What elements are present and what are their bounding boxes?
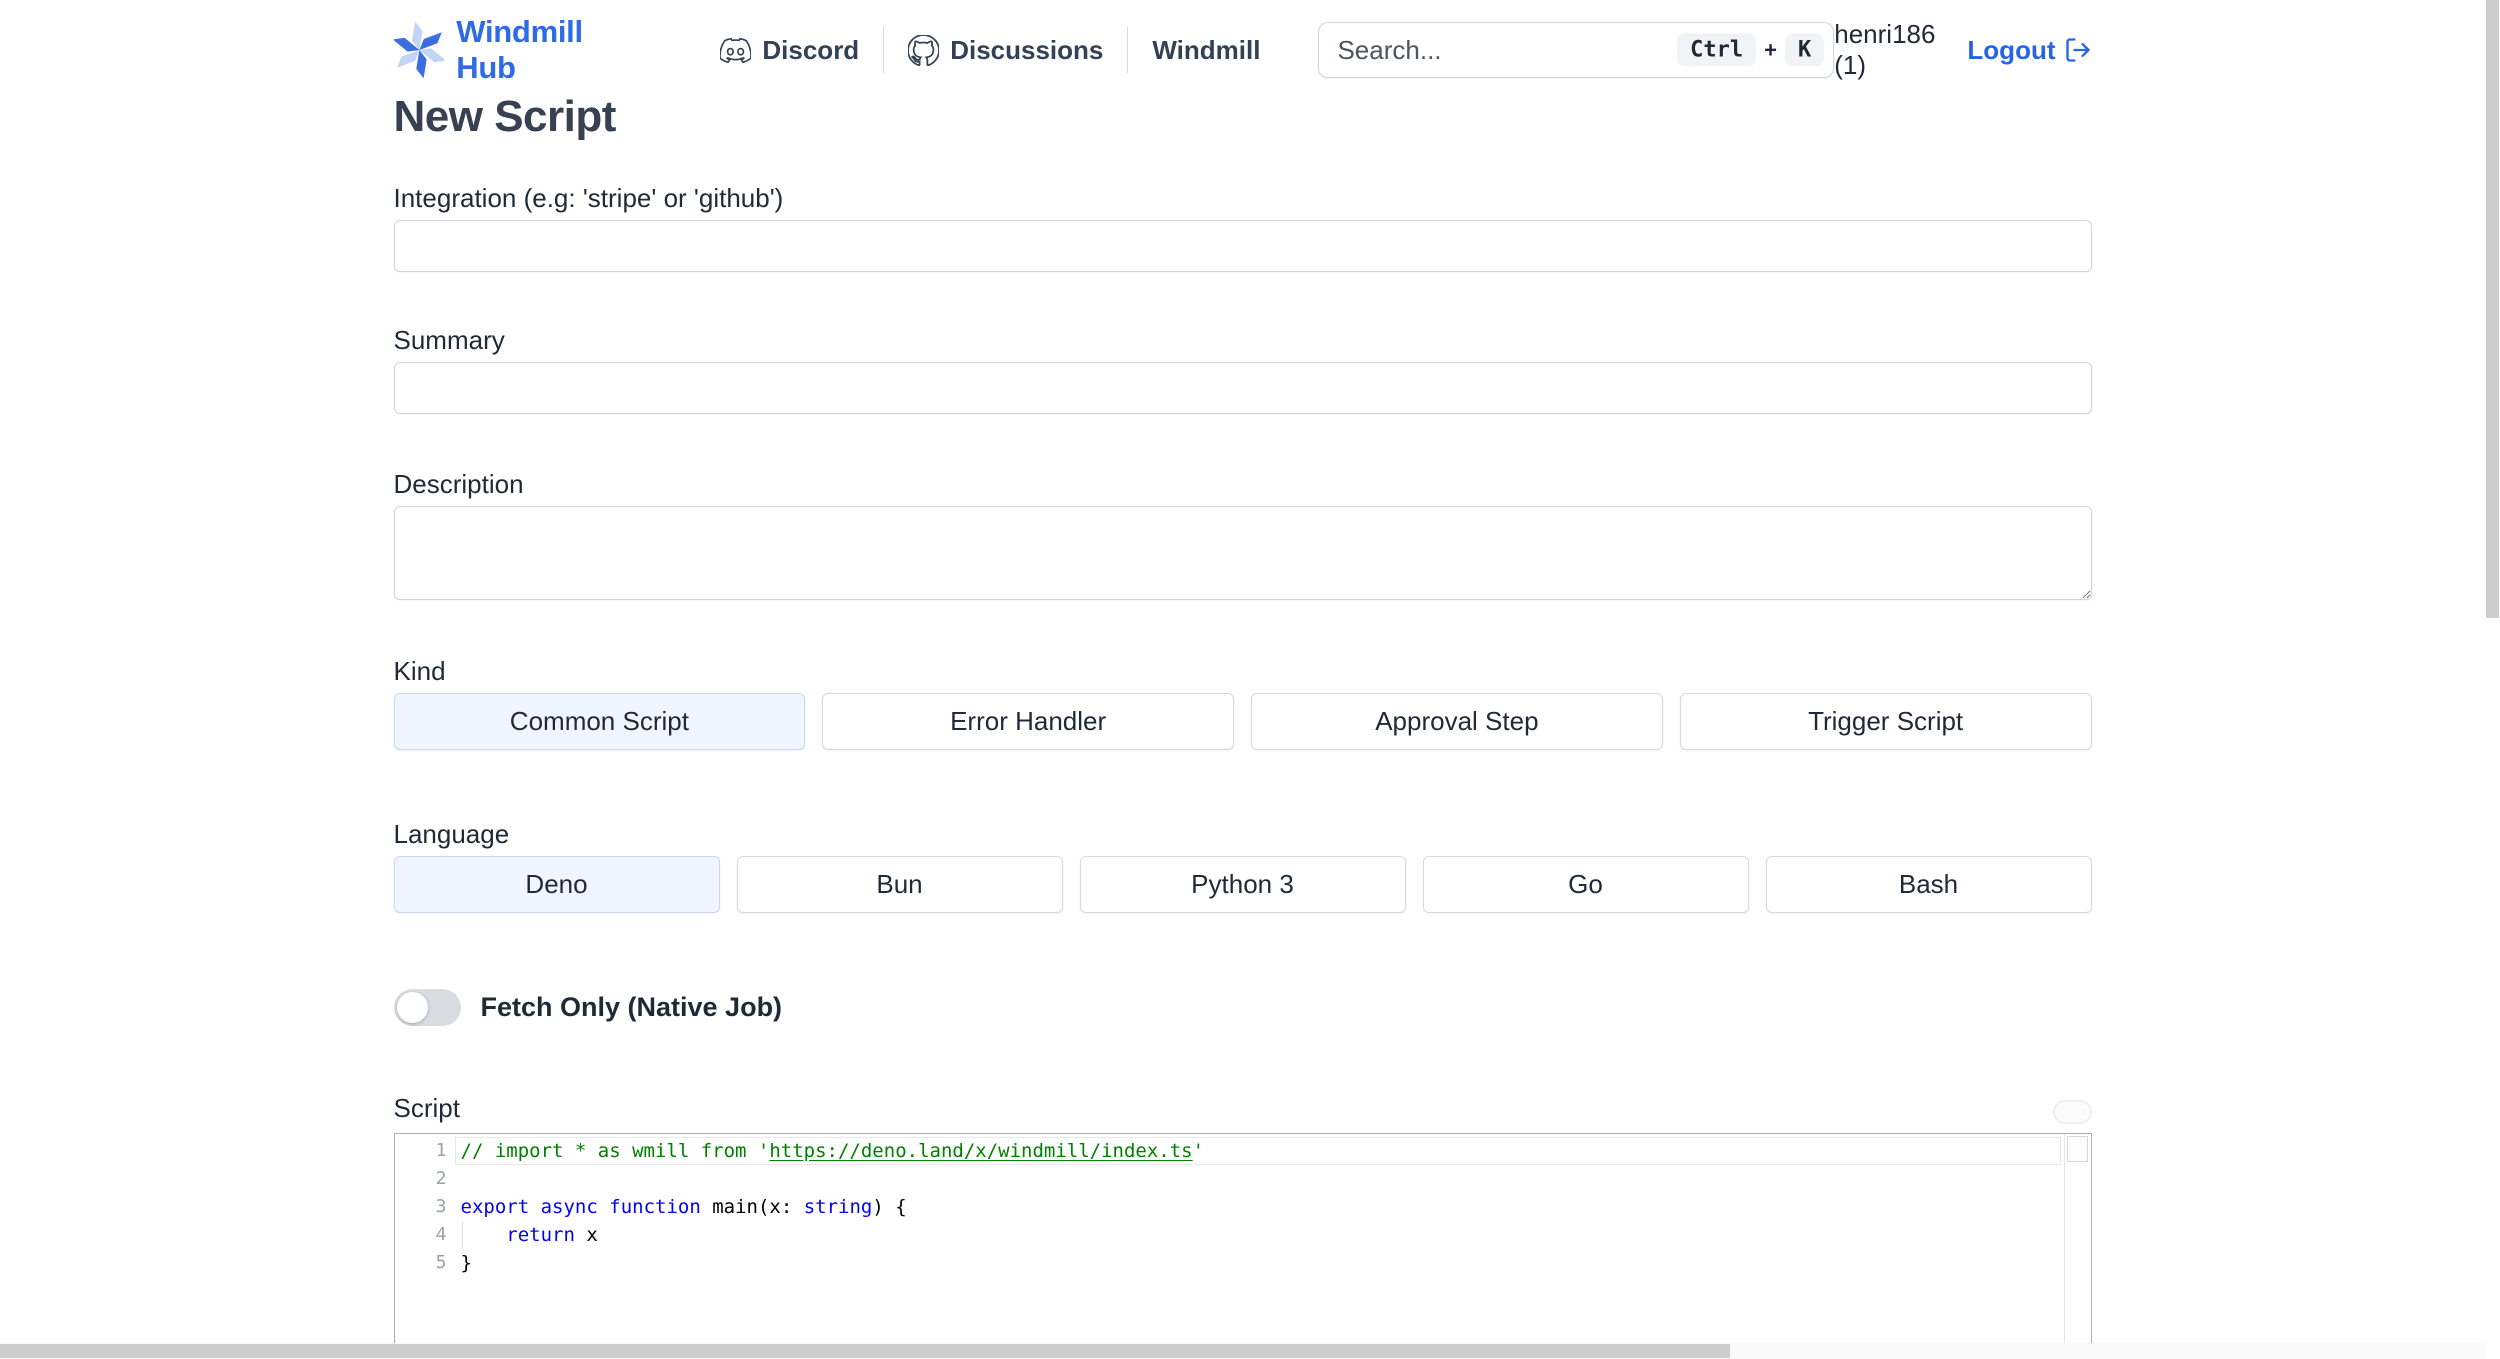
scrollbar-corner xyxy=(2485,1343,2500,1359)
language-option-go[interactable]: Go xyxy=(1422,856,1749,913)
integration-label: Integration (e.g: 'stripe' or 'github') xyxy=(393,183,784,213)
script-options-toggle[interactable] xyxy=(2052,1100,2092,1124)
line-number: 5 xyxy=(435,1252,447,1273)
line-number: 4 xyxy=(435,1224,447,1245)
kind-label: Kind xyxy=(393,656,446,686)
user-area: henri186 (1) Logout xyxy=(1834,19,2091,81)
search-box: Ctrl + K xyxy=(1318,22,1835,78)
fetch-only-label: Fetch Only (Native Job) xyxy=(480,992,783,1022)
windmill-logo-icon xyxy=(393,22,445,78)
kbd-k: K xyxy=(1785,33,1825,67)
fetch-only-row: Fetch Only (Native Job) xyxy=(393,989,2092,1026)
field-integration: Integration (e.g: 'stripe' or 'github') xyxy=(393,182,2092,272)
line-number: 2 xyxy=(435,1168,447,1189)
editor-scrollbar-slider[interactable] xyxy=(2066,1136,2088,1162)
header: Windmill Hub Discord Discussions Windmil… xyxy=(393,14,2092,85)
summary-label: Summary xyxy=(393,325,505,355)
horizontal-scrollbar-thumb[interactable] xyxy=(0,1344,1730,1358)
kind-option-approval-step[interactable]: Approval Step xyxy=(1251,693,1663,750)
discord-icon xyxy=(720,37,752,63)
vertical-scrollbar[interactable] xyxy=(2485,0,2500,1343)
logout-link[interactable]: Logout xyxy=(1967,35,2091,66)
nav-item-label: Discord xyxy=(762,34,860,65)
editor-scrollbar-column[interactable] xyxy=(2063,1134,2091,1359)
language-option-deno[interactable]: Deno xyxy=(393,856,720,913)
field-summary: Summary xyxy=(393,324,2092,414)
kind-option-trigger-script[interactable]: Trigger Script xyxy=(1679,693,2092,750)
language-option-python-3[interactable]: Python 3 xyxy=(1079,856,1406,913)
kind-option-common-script[interactable]: Common Script xyxy=(393,693,806,750)
logout-label: Logout xyxy=(1967,34,2056,65)
code-text: return x xyxy=(461,1221,598,1249)
nav-item-discord[interactable]: Discord xyxy=(720,35,859,66)
line-number: 1 xyxy=(435,1140,447,1161)
toggle-knob xyxy=(396,992,428,1023)
nav-item-windmill[interactable]: Windmill xyxy=(1152,35,1260,66)
github-icon xyxy=(908,34,940,66)
code-text: // import * as wmill from 'https://deno.… xyxy=(460,1140,1205,1162)
nav-divider xyxy=(883,27,885,73)
group-language: Language Deno Bun Python 3 Go Bash xyxy=(393,818,2092,913)
nav-item-discussions[interactable]: Discussions xyxy=(908,34,1104,66)
script-label: Script xyxy=(393,1093,460,1123)
horizontal-scrollbar[interactable] xyxy=(0,1343,2485,1359)
summary-input[interactable] xyxy=(393,362,2092,414)
page: Windmill Hub Discord Discussions Windmil… xyxy=(0,0,2500,1359)
nav-item-label: Windmill xyxy=(1152,34,1261,65)
kind-option-error-handler[interactable]: Error Handler xyxy=(822,693,1234,750)
code-text: } xyxy=(460,1252,472,1274)
code-editor[interactable]: 1 // import * as wmill from 'https://deno… xyxy=(393,1133,2092,1359)
brand[interactable]: Windmill Hub xyxy=(393,14,633,86)
nav-item-label: Discussions xyxy=(950,34,1104,65)
nav-divider xyxy=(1127,27,1129,73)
vertical-scrollbar-thumb[interactable] xyxy=(2486,0,2499,618)
search-shortcut: Ctrl + K xyxy=(1677,33,1825,67)
brand-name: Windmill Hub xyxy=(456,14,583,85)
field-description: Description xyxy=(393,468,2092,605)
code-line: 4 return x xyxy=(395,1221,2064,1249)
code-editor-lines: 1 // import * as wmill from 'https://deno… xyxy=(395,1134,2064,1277)
language-options: Deno Bun Python 3 Go Bash xyxy=(393,856,2092,913)
page-title: New Script xyxy=(393,92,617,141)
fetch-only-toggle[interactable] xyxy=(393,989,461,1026)
language-option-bash[interactable]: Bash xyxy=(1765,856,2092,913)
code-line: 2 xyxy=(395,1165,2064,1193)
user-name: henri186 (1) xyxy=(1834,19,1936,80)
logout-icon xyxy=(2065,38,2090,62)
line-number: 3 xyxy=(435,1196,447,1217)
group-kind: Kind Common Script Error Handler Approval … xyxy=(393,655,2092,750)
language-option-bun[interactable]: Bun xyxy=(736,856,1063,913)
description-textarea[interactable] xyxy=(393,506,2092,600)
description-label: Description xyxy=(393,469,524,499)
language-label: Language xyxy=(393,819,510,849)
kbd-plus: + xyxy=(1764,37,1777,62)
code-line: 1 // import * as wmill from 'https://deno… xyxy=(395,1137,2064,1165)
integration-input[interactable] xyxy=(393,220,2092,272)
code-text: export async function main(x: string) { xyxy=(460,1196,907,1218)
main-nav: Discord Discussions Windmill xyxy=(720,27,1260,73)
code-line: 3 export async function main(x: string) { xyxy=(395,1193,2064,1221)
kind-options: Common Script Error Handler Approval Step T… xyxy=(393,693,2092,750)
code-line: 5} xyxy=(395,1249,2064,1277)
kbd-ctrl: Ctrl xyxy=(1677,33,1757,67)
script-head: Script xyxy=(394,1092,2092,1124)
